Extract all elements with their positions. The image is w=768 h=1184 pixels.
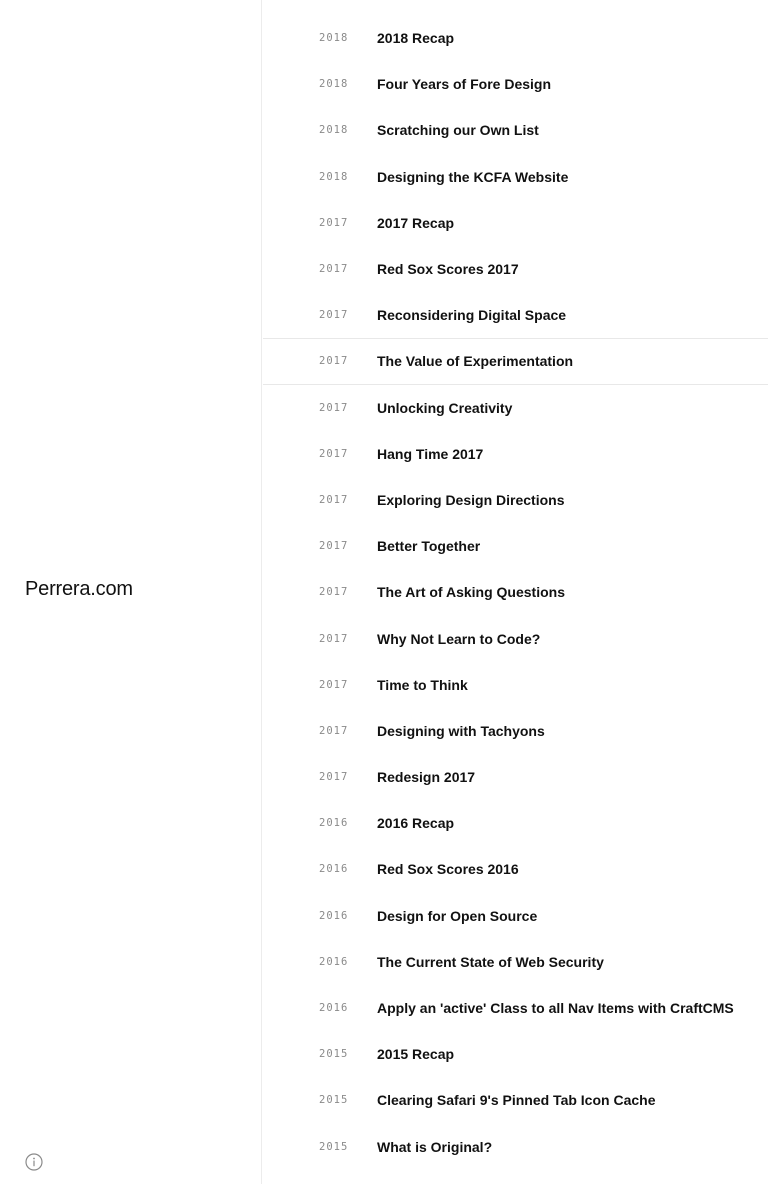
post-title-link[interactable]: The Art of Asking Questions	[377, 584, 565, 600]
post-year: 2017	[319, 724, 349, 737]
post-list-item[interactable]: 2017 Better Together	[263, 523, 768, 569]
post-title-link[interactable]: What is Original?	[377, 1139, 492, 1155]
post-year: 2016	[319, 909, 349, 922]
post-list-item[interactable]: 2015 2015 Recap	[263, 1031, 768, 1077]
post-list-item[interactable]: 2018 2018 Recap	[263, 15, 768, 61]
post-list-item[interactable]: 2017 Reconsidering Digital Space	[263, 292, 768, 338]
post-title-link[interactable]: Design for Open Source	[377, 908, 537, 924]
post-year: 2017	[319, 263, 349, 276]
post-list-item[interactable]: 2015 What is Original?	[263, 1124, 768, 1170]
post-title-link[interactable]: Unlocking Creativity	[377, 400, 512, 416]
post-list-item[interactable]: 2017 Designing with Tachyons	[263, 708, 768, 754]
post-year: 2017	[319, 447, 349, 460]
post-list-item[interactable]: 2018 Four Years of Fore Design	[263, 61, 768, 107]
post-list-item[interactable]: 2017 Time to Think	[263, 662, 768, 708]
post-year: 2018	[319, 32, 349, 45]
post-list-item[interactable]: 2017 The Value of Experimentation	[263, 338, 768, 385]
post-title-link[interactable]: 2017 Recap	[377, 215, 454, 231]
post-year: 2017	[319, 309, 349, 322]
post-year: 2017	[319, 401, 349, 414]
post-year: 2018	[319, 170, 349, 183]
post-year: 2017	[319, 678, 349, 691]
post-list-item[interactable]: 2017 Exploring Design Directions	[263, 477, 768, 523]
post-year: 2017	[319, 632, 349, 645]
post-year: 2016	[319, 1002, 349, 1015]
post-list-item[interactable]: 2017 2017 Recap	[263, 200, 768, 246]
post-title-link[interactable]: The Value of Experimentation	[377, 353, 573, 369]
post-list-item[interactable]: 2016 Design for Open Source	[263, 893, 768, 939]
post-title-link[interactable]: Hang Time 2017	[377, 446, 483, 462]
post-list-item[interactable]: 2015 Clearing Safari 9's Pinned Tab Icon …	[263, 1077, 768, 1123]
post-year: 2016	[319, 817, 349, 830]
post-title-link[interactable]: Red Sox Scores 2016	[377, 861, 519, 877]
post-title-link[interactable]: Better Together	[377, 538, 480, 554]
post-year: 2018	[319, 124, 349, 137]
post-list-item[interactable]: 2016 Red Sox Scores 2016	[263, 846, 768, 892]
post-year: 2015	[319, 1094, 349, 1107]
post-list-item[interactable]: 2017 Redesign 2017	[263, 754, 768, 800]
post-year: 2017	[319, 540, 349, 553]
post-list-item[interactable]: 2017 Why Not Learn to Code?	[263, 615, 768, 661]
post-title-link[interactable]: Designing with Tachyons	[377, 723, 545, 739]
post-title-link[interactable]: 2016 Recap	[377, 815, 454, 831]
post-title-link[interactable]: Clearing Safari 9's Pinned Tab Icon Cach…	[377, 1092, 655, 1108]
post-list-item[interactable]: 2017 Red Sox Scores 2017	[263, 246, 768, 292]
post-year: 2017	[319, 771, 349, 784]
post-title-link[interactable]: Exploring Design Directions	[377, 492, 564, 508]
post-list-item[interactable]: 2017 Hang Time 2017	[263, 431, 768, 477]
post-title-link[interactable]: Apply an 'active' Class to all Nav Items…	[377, 1000, 734, 1016]
info-circle-icon[interactable]	[25, 1153, 43, 1171]
post-title-link[interactable]: Why Not Learn to Code?	[377, 631, 540, 647]
post-year: 2017	[319, 586, 349, 599]
post-title-link[interactable]: The Current State of Web Security	[377, 954, 604, 970]
post-title-link[interactable]: Red Sox Scores 2017	[377, 261, 519, 277]
post-year: 2017	[319, 216, 349, 229]
post-title-link[interactable]: Time to Think	[377, 677, 468, 693]
post-list: 2018 2018 Recap 2018 Four Years of Fore Des…	[263, 15, 768, 1170]
post-title-link[interactable]: 2018 Recap	[377, 30, 454, 46]
post-year: 2018	[319, 78, 349, 91]
post-list-item[interactable]: 2016 2016 Recap	[263, 800, 768, 846]
post-list-item[interactable]: 2017 The Art of Asking Questions	[263, 569, 768, 615]
post-year: 2016	[319, 955, 349, 968]
post-year: 2015	[319, 1048, 349, 1061]
post-year: 2017	[319, 355, 349, 368]
post-list-item[interactable]: 2018 Scratching our Own List	[263, 107, 768, 153]
post-year: 2016	[319, 863, 349, 876]
post-title-link[interactable]: Four Years of Fore Design	[377, 76, 551, 92]
post-list-item[interactable]: 2016 Apply an 'active' Class to all Nav I…	[263, 985, 768, 1031]
post-year: 2015	[319, 1140, 349, 1153]
post-title-link[interactable]: Redesign 2017	[377, 769, 475, 785]
post-year: 2017	[319, 493, 349, 506]
post-title-link[interactable]: Reconsidering Digital Space	[377, 307, 566, 323]
post-list-item[interactable]: 2018 Designing the KCFA Website	[263, 154, 768, 200]
post-title-link[interactable]: 2015 Recap	[377, 1046, 454, 1062]
post-list-item[interactable]: 2016 The Current State of Web Security	[263, 939, 768, 985]
sidebar: Perrera.com	[0, 0, 262, 1184]
post-title-link[interactable]: Designing the KCFA Website	[377, 169, 568, 185]
post-list-item[interactable]: 2017 Unlocking Creativity	[263, 385, 768, 431]
post-title-link[interactable]: Scratching our Own List	[377, 122, 539, 138]
site-title-link[interactable]: Perrera.com	[25, 578, 133, 601]
